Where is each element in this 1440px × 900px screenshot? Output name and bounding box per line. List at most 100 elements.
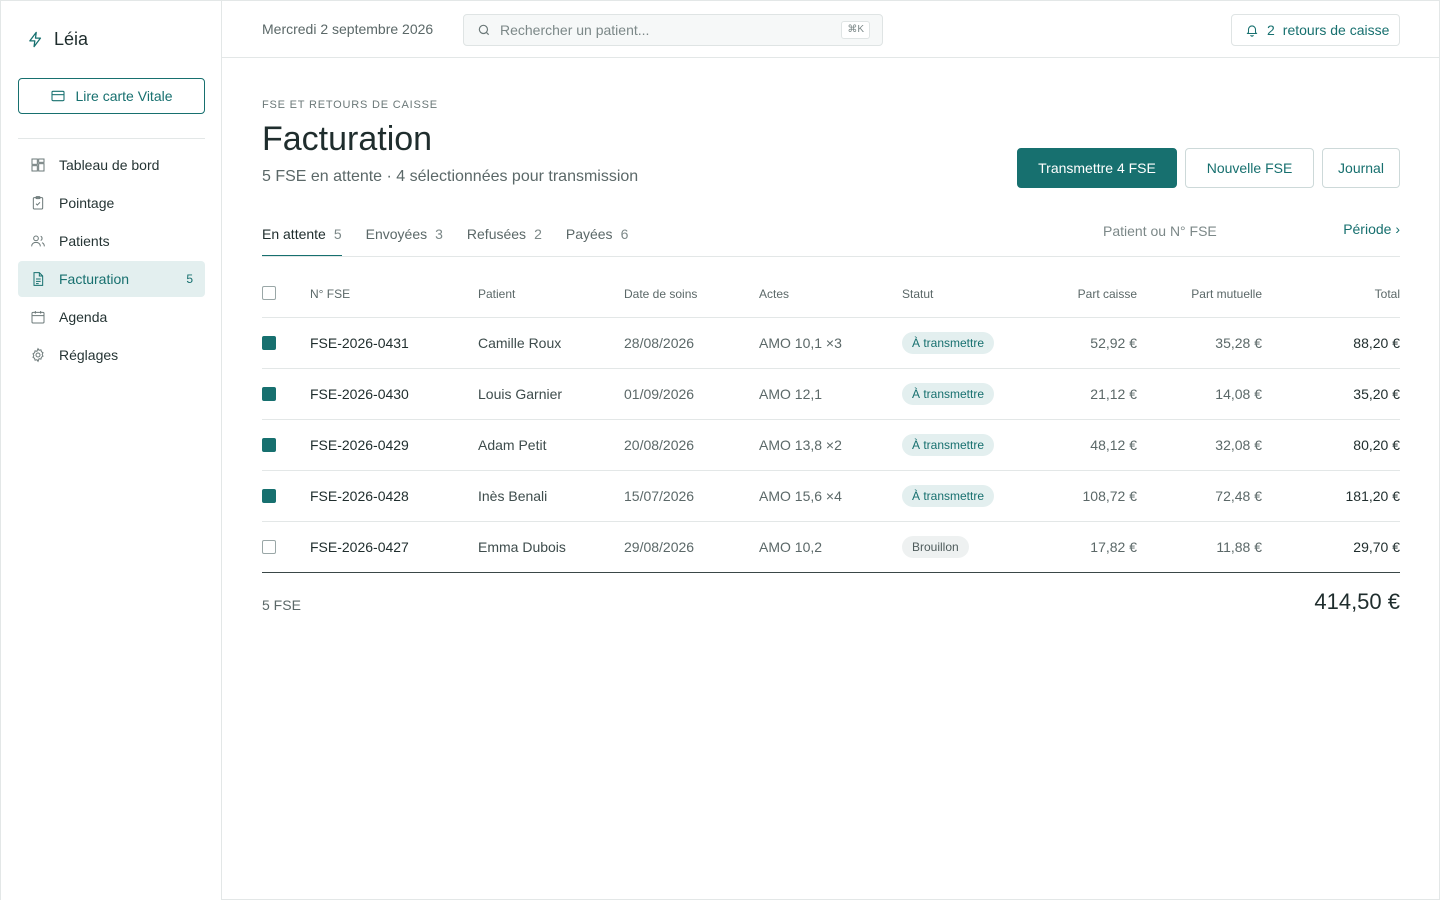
new-fse-button[interactable]: Nouvelle FSE bbox=[1185, 148, 1314, 188]
topbar: Mercredi 2 septembre 2026 ⌘K 2 retours d… bbox=[222, 1, 1440, 58]
part-mutuelle: 11,88 € bbox=[1216, 539, 1262, 555]
page-eyebrow: FSE ET RETOURS DE CAISSE bbox=[262, 99, 438, 111]
row-checkbox[interactable] bbox=[262, 386, 276, 401]
tab-label: Refusées bbox=[466, 226, 527, 242]
table-row[interactable]: FSE-2026-0431 Camille Roux 28/08/2026 AM… bbox=[262, 318, 1400, 369]
part-caisse: 108,72 € bbox=[1082, 488, 1138, 504]
tab-refusees[interactable]: Refusées 2 bbox=[467, 223, 542, 257]
select-all-checkbox[interactable] bbox=[262, 286, 276, 300]
row-total: 181,20 € bbox=[1345, 488, 1401, 504]
status-cell: À transmettre bbox=[902, 332, 995, 354]
row-checkbox[interactable] bbox=[262, 488, 276, 503]
status-tabs: En attente 5 Envoyées 3 Refusées 2 Payée… bbox=[262, 223, 628, 257]
notification-label: retours de caisse bbox=[1282, 22, 1390, 38]
fse-number: FSE-2026-0431 bbox=[310, 335, 409, 351]
care-date: 15/07/2026 bbox=[624, 488, 695, 504]
status-cell: À transmettre bbox=[902, 485, 995, 507]
calendar-icon bbox=[31, 311, 45, 324]
patient-name: Louis Garnier bbox=[478, 386, 563, 402]
acts: AMO 13,8 ×2 bbox=[759, 437, 842, 453]
tab-count: 5 bbox=[333, 226, 342, 242]
row-select-cell bbox=[262, 488, 276, 503]
row-checkbox[interactable] bbox=[262, 335, 276, 350]
brand[interactable]: Léia bbox=[27, 29, 88, 50]
column-header-total[interactable]: Total bbox=[1375, 287, 1400, 301]
column-header-part-caisse[interactable]: Part caisse bbox=[1078, 287, 1137, 301]
fse-count: 5 FSE bbox=[262, 597, 301, 613]
column-header-statut[interactable]: Statut bbox=[902, 287, 933, 301]
table-row[interactable]: FSE-2026-0429 Adam Petit 20/08/2026 AMO … bbox=[262, 420, 1400, 471]
page-title: Facturation bbox=[262, 120, 433, 158]
search-icon bbox=[478, 24, 490, 36]
tab-count: 6 bbox=[620, 226, 629, 242]
sidebar-item-label: Pointage bbox=[59, 195, 115, 211]
read-vitale-card-button[interactable]: Lire carte Vitale bbox=[18, 78, 205, 114]
column-header-part-mutuelle[interactable]: Part mutuelle bbox=[1191, 287, 1262, 301]
tab-label: Payées bbox=[565, 226, 613, 242]
table-row[interactable]: FSE-2026-0427 Emma Dubois 29/08/2026 AMO… bbox=[262, 522, 1400, 573]
acts: AMO 15,6 ×4 bbox=[759, 488, 842, 504]
tab-payees[interactable]: Payées 6 bbox=[566, 223, 629, 257]
search-input[interactable] bbox=[500, 22, 820, 38]
status-badge: Brouillon bbox=[902, 536, 969, 558]
grand-total: 414,50 € bbox=[1314, 589, 1400, 614]
row-select-cell bbox=[262, 437, 276, 452]
column-header-fse[interactable]: N° FSE bbox=[310, 287, 350, 301]
sidebar-item-facturation[interactable]: Facturation 5 bbox=[18, 261, 205, 297]
table-row[interactable]: FSE-2026-0430 Louis Garnier 01/09/2026 A… bbox=[262, 369, 1400, 420]
table-header: N° FSE Patient Date de soins Actes Statu… bbox=[262, 270, 1400, 318]
users-icon bbox=[31, 235, 45, 247]
bolt-icon bbox=[29, 31, 42, 48]
column-header-actes[interactable]: Actes bbox=[759, 287, 789, 301]
page-subtitle: 5 FSE en attente · 4 sélectionnées pour … bbox=[262, 168, 639, 185]
sidebar-item-patients[interactable]: Patients bbox=[18, 223, 205, 259]
part-caisse: 48,12 € bbox=[1090, 437, 1137, 453]
row-total: 29,70 € bbox=[1353, 539, 1400, 555]
row-checkbox[interactable] bbox=[262, 437, 276, 452]
care-date: 01/09/2026 bbox=[624, 386, 695, 402]
status-cell: Brouillon bbox=[902, 536, 969, 558]
brand-name: Léia bbox=[54, 29, 89, 49]
status-badge: À transmettre bbox=[902, 332, 995, 354]
sidebar-item-pointage[interactable]: Pointage bbox=[18, 185, 205, 221]
row-total: 88,20 € bbox=[1353, 335, 1400, 351]
tab-count: 2 bbox=[534, 226, 542, 242]
app-window: Léia Lire carte Vitale Tableau de bord P… bbox=[0, 0, 1440, 900]
sidebar-item-label: Agenda bbox=[59, 309, 108, 325]
clipboard-icon bbox=[32, 196, 44, 210]
status-cell: À transmettre bbox=[902, 434, 995, 456]
tab-en-attente[interactable]: En attente 5 bbox=[262, 223, 342, 257]
acts: AMO 10,2 bbox=[759, 539, 823, 555]
part-mutuelle: 72,48 € bbox=[1215, 488, 1262, 504]
part-mutuelle: 35,28 € bbox=[1215, 335, 1262, 351]
bell-icon bbox=[1246, 25, 1258, 37]
transmit-fse-button[interactable]: Transmettre 4 FSE bbox=[1017, 148, 1177, 188]
sidebar-item-reglages[interactable]: Réglages bbox=[18, 337, 205, 373]
sidebar-divider bbox=[18, 138, 205, 139]
sidebar-item-agenda[interactable]: Agenda bbox=[18, 299, 205, 335]
table-filter-input[interactable] bbox=[1103, 223, 1303, 239]
table-row[interactable]: FSE-2026-0428 Inès Benali 15/07/2026 AMO… bbox=[262, 471, 1400, 522]
gear-icon bbox=[32, 347, 44, 363]
column-header-patient[interactable]: Patient bbox=[478, 287, 515, 301]
journal-button[interactable]: Journal bbox=[1322, 148, 1400, 188]
fse-table: N° FSE Patient Date de soins Actes Statu… bbox=[262, 270, 1400, 573]
sidebar-nav: Tableau de bord Pointage Patients Factur… bbox=[18, 147, 205, 375]
sidebar-item-dashboard[interactable]: Tableau de bord bbox=[18, 147, 205, 183]
cash-returns-notification-button[interactable]: 2 retours de caisse bbox=[1231, 14, 1400, 46]
column-header-date[interactable]: Date de soins bbox=[624, 287, 697, 301]
acts: AMO 10,1 ×3 bbox=[759, 335, 842, 351]
tab-envoyees[interactable]: Envoyées 3 bbox=[366, 223, 443, 257]
sidebar: Léia Lire carte Vitale Tableau de bord P… bbox=[1, 1, 222, 900]
part-mutuelle: 14,08 € bbox=[1215, 386, 1262, 402]
status-badge: À transmettre bbox=[902, 485, 995, 507]
status-cell: À transmettre bbox=[902, 383, 995, 405]
patient-name: Inès Benali bbox=[478, 488, 548, 504]
sidebar-item-label: Tableau de bord bbox=[59, 157, 160, 173]
card-icon bbox=[51, 90, 66, 102]
period-filter-link[interactable]: Période › bbox=[1343, 221, 1400, 237]
row-select-cell bbox=[262, 386, 276, 401]
care-date: 29/08/2026 bbox=[624, 539, 695, 555]
fse-number: FSE-2026-0428 bbox=[310, 488, 409, 504]
row-checkbox[interactable] bbox=[262, 539, 276, 554]
